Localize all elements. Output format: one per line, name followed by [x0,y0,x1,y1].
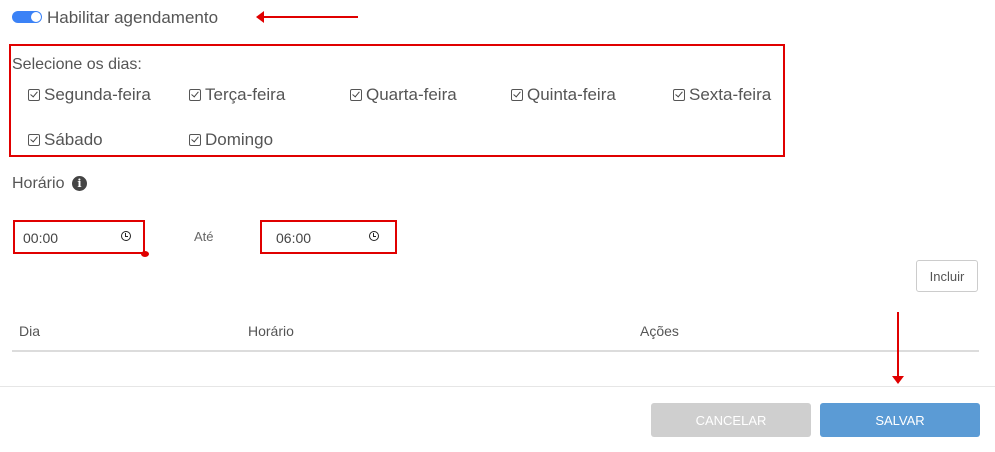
day-checkbox-segunda[interactable]: Segunda-feira [28,85,151,105]
clock-icon[interactable] [121,231,131,241]
enable-schedule-toggle[interactable] [12,11,42,23]
checkbox-checked-icon [673,89,685,101]
start-time-field[interactable] [13,220,145,254]
day-label: Sexta-feira [689,85,772,104]
day-label: Quarta-feira [366,85,457,104]
day-label: Sábado [44,130,103,149]
end-time-input[interactable] [274,229,348,247]
time-section-title: Horário [12,175,65,192]
day-checkbox-sexta[interactable]: Sexta-feira [673,85,771,105]
table-header-actions: Ações [640,323,679,339]
checkbox-checked-icon [28,134,40,146]
checkbox-checked-icon [350,89,362,101]
checkbox-checked-icon [511,89,523,101]
info-circle-icon[interactable]: i [72,176,87,191]
cancel-button[interactable]: CANCELAR [651,403,811,437]
annotation-arrow-left [256,11,358,23]
footer-divider [0,386,995,387]
day-label: Segunda-feira [44,85,151,104]
day-label: Terça-feira [205,85,286,104]
checkbox-checked-icon [189,89,201,101]
include-button[interactable]: Incluir [916,260,978,292]
day-label: Domingo [205,130,274,149]
start-time-input[interactable] [21,229,95,247]
day-checkbox-sabado[interactable]: Sábado [28,130,103,150]
end-time-field[interactable] [260,220,397,254]
table-header-time: Horário [248,323,294,339]
toggle-knob [31,12,41,22]
time-separator-label: Até [194,229,214,244]
table-header-day: Dia [19,323,41,339]
day-checkbox-domingo[interactable]: Domingo [189,130,273,150]
enable-schedule-label: Habilitar agendamento [47,8,219,27]
day-label: Quinta-feira [527,85,616,104]
day-checkbox-quarta[interactable]: Quarta-feira [350,85,457,105]
table-header-divider [12,350,979,352]
checkbox-checked-icon [189,134,201,146]
annotation-dot [141,251,149,257]
day-checkbox-terca[interactable]: Terça-feira [189,85,285,105]
checkbox-checked-icon [28,89,40,101]
day-checkbox-quinta[interactable]: Quinta-feira [511,85,616,105]
save-button[interactable]: SALVAR [820,403,980,437]
annotation-arrow-down [892,312,904,384]
days-title: Selecione os dias: [12,56,142,73]
clock-icon[interactable] [369,231,379,241]
